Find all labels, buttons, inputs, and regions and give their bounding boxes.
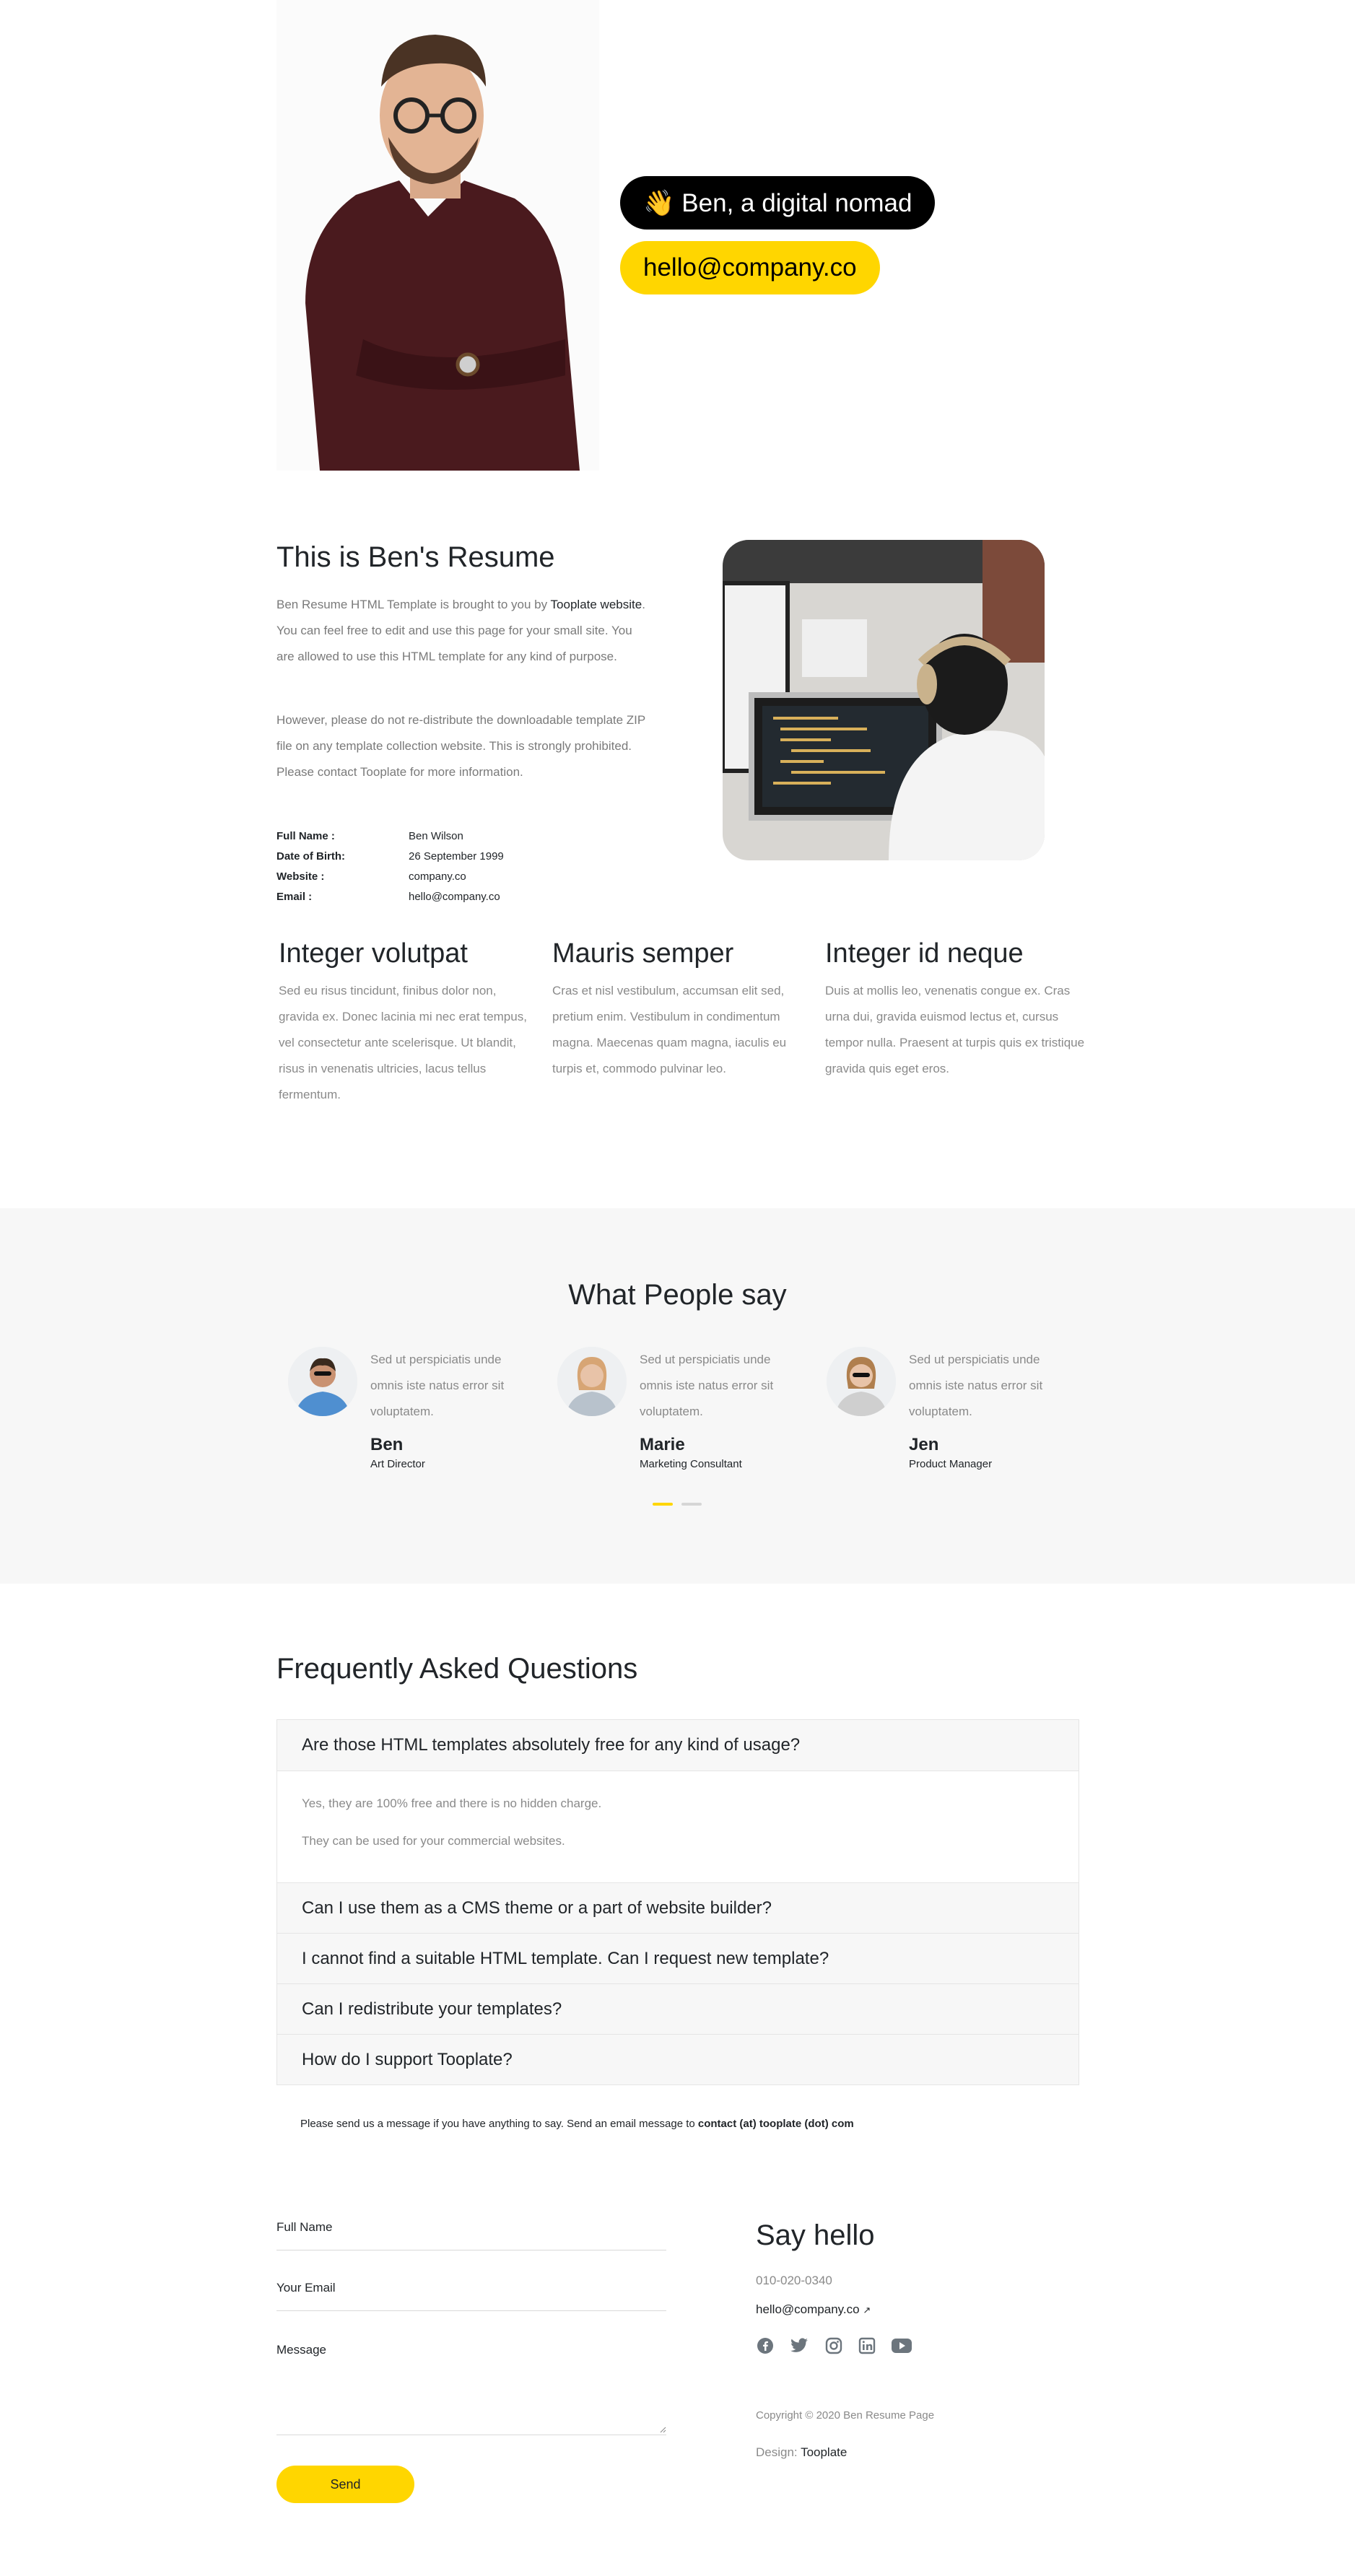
info-key: Full Name :	[276, 830, 335, 842]
testimonial-role: Art Director	[370, 1458, 425, 1470]
about-paragraph-1: Ben Resume HTML Template is brought to y…	[276, 592, 652, 670]
avatar	[827, 1347, 896, 1416]
info-value: Ben Wilson	[409, 830, 463, 842]
info-value[interactable]: hello@company.co	[409, 891, 500, 903]
testimonials-title: What People say	[568, 1279, 787, 1311]
facebook-icon[interactable]	[756, 2336, 775, 2355]
feature-3: Integer id neque Duis at mollis leo, ven…	[825, 938, 1085, 1082]
faq-answer-1: Yes, they are 100% free and there is no …	[277, 1771, 1079, 1882]
feature-text: Cras et nisl vestibulum, accumsan elit s…	[552, 984, 787, 1075]
feature-2: Mauris semper Cras et nisl vestibulum, a…	[552, 938, 812, 1082]
contact-email-link[interactable]: hello@company.co ↗	[756, 2302, 871, 2317]
full-name-label: Full Name	[276, 2220, 333, 2234]
youtube-icon[interactable]	[891, 2336, 912, 2355]
external-link-icon: ↗	[863, 2305, 871, 2315]
design-label: Design:	[756, 2445, 801, 2459]
resize-handle-icon[interactable]	[659, 2426, 666, 2433]
info-row-email: Email : hello@company.co	[276, 891, 500, 903]
info-key: Email :	[276, 891, 313, 903]
testimonial-name: Marie	[640, 1435, 685, 1454]
info-key: Website :	[276, 870, 325, 883]
faq-question-2[interactable]: Can I use them as a CMS theme or a part …	[277, 1882, 1079, 1933]
faq-title: Frequently Asked Questions	[276, 1653, 638, 1685]
tooplate-link[interactable]: Tooplate website	[551, 598, 642, 611]
feature-1: Integer volutpat Sed eu risus tincidunt,…	[279, 938, 539, 1108]
say-hello-title: Say hello	[756, 2219, 875, 2251]
feature-text: Duis at mollis leo, venenatis congue ex.…	[825, 984, 1085, 1075]
email-pill[interactable]: hello@company.co	[620, 241, 880, 294]
faq-accordion: Are those HTML templates absolutely free…	[276, 1719, 1079, 2085]
avatar	[288, 1347, 357, 1416]
info-value[interactable]: company.co	[409, 870, 466, 883]
message-textarea[interactable]	[276, 2360, 666, 2435]
send-button[interactable]: Send	[276, 2466, 414, 2503]
copyright-text: Copyright © 2020 Ben Resume Page	[756, 2409, 935, 2422]
testimonial-quote: Sed ut perspiciatis unde omnis iste natu…	[909, 1353, 1043, 1418]
testimonial-role: Marketing Consultant	[640, 1458, 742, 1470]
info-row-dob: Date of Birth: 26 September 1999	[276, 850, 504, 863]
twitter-icon[interactable]	[790, 2336, 809, 2355]
about-title: This is Ben's Resume	[276, 541, 555, 573]
linkedin-icon[interactable]	[858, 2336, 876, 2355]
full-name-input[interactable]	[276, 2236, 666, 2250]
testimonial-role: Product Manager	[909, 1458, 993, 1470]
feature-title: Integer id neque	[825, 938, 1024, 969]
feature-title: Integer volutpat	[279, 938, 468, 969]
about-workspace-image	[723, 540, 1045, 860]
faq-question-3[interactable]: I cannot find a suitable HTML template. …	[277, 1933, 1079, 1983]
about-paragraph-2: However, please do not re-distribute the…	[276, 713, 645, 779]
faq-note-text: Please send us a message if you have any…	[300, 2118, 698, 2130]
hero-portrait-image	[276, 0, 599, 471]
faq-answer-line: Yes, they are 100% free and there is no …	[302, 1796, 602, 1810]
avatar	[557, 1347, 627, 1416]
contact-email[interactable]: hello@company.co	[756, 2302, 860, 2316]
contact-phone[interactable]: 010-020-0340	[756, 2274, 832, 2288]
testimonial-name: Ben	[370, 1435, 404, 1454]
faq-note: Please send us a message if you have any…	[300, 2118, 854, 2130]
feature-title: Mauris semper	[552, 938, 734, 969]
carousel-dot[interactable]	[681, 1503, 702, 1506]
carousel-dot-active[interactable]	[653, 1503, 673, 1506]
info-row-full-name: Full Name : Ben Wilson	[276, 830, 463, 842]
testimonial-quote: Sed ut perspiciatis unde omnis iste natu…	[370, 1353, 505, 1418]
faq-question-4[interactable]: Can I redistribute your templates?	[277, 1983, 1079, 2034]
testimonial-quote: Sed ut perspiciatis unde omnis iste natu…	[640, 1353, 774, 1418]
tooplate-design-link[interactable]: Tooplate	[801, 2445, 847, 2459]
faq-answer-line: They can be used for your commercial web…	[302, 1834, 565, 1848]
faq-note-contact: contact (at) tooplate (dot) com	[697, 2118, 854, 2130]
feature-text: Sed eu risus tincidunt, finibus dolor no…	[279, 984, 527, 1101]
name-pill: 👋 Ben, a digital nomad	[620, 176, 936, 230]
faq-question-5[interactable]: How do I support Tooplate?	[277, 2034, 1079, 2084]
info-value: 26 September 1999	[409, 850, 504, 863]
info-row-website: Website : company.co	[276, 870, 466, 883]
email-input[interactable]	[276, 2297, 666, 2311]
about-p1-text-a: Ben Resume HTML Template is brought to y…	[276, 598, 551, 611]
testimonial-name: Jen	[909, 1435, 939, 1454]
message-label: Message	[276, 2343, 326, 2357]
email-label: Your Email	[276, 2281, 336, 2295]
instagram-icon[interactable]	[824, 2336, 843, 2355]
faq-question-1[interactable]: Are those HTML templates absolutely free…	[277, 1720, 1079, 1771]
info-key: Date of Birth:	[276, 850, 345, 863]
design-credit: Design: Tooplate	[756, 2445, 847, 2460]
